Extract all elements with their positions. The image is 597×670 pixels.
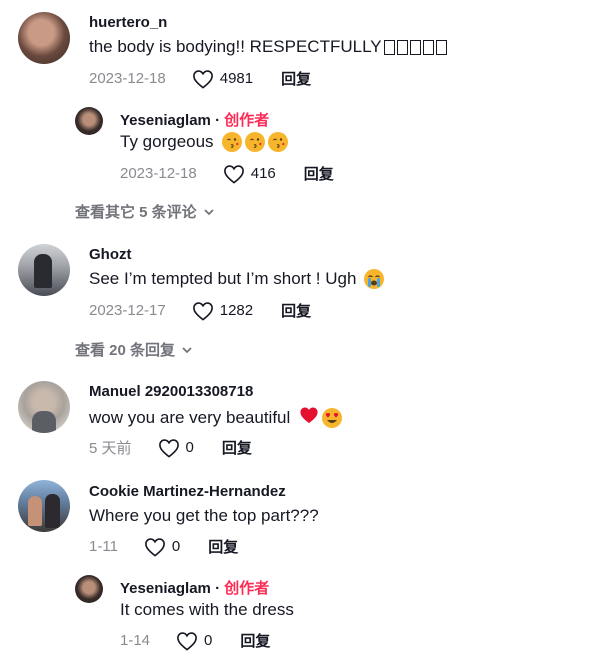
unrendered-glyph — [396, 39, 408, 55]
comment-text: wow you are very beautiful — [89, 406, 343, 429]
separator: · — [215, 580, 225, 597]
heart-outline-icon — [177, 631, 197, 651]
comment-username[interactable]: Ghozt — [89, 246, 132, 263]
comment-text: the body is bodying!! RESPECTFULLY — [89, 37, 447, 57]
kissing-face-emoji — [267, 132, 288, 152]
unrendered-glyph — [383, 39, 395, 55]
view-more-label: 查看其它 5 条评论 — [75, 204, 197, 221]
like-count: 4981 — [219, 70, 254, 87]
avatar[interactable] — [18, 381, 70, 433]
comment-text: See I’m tempted but I’m short ! Ugh — [89, 269, 385, 289]
comment-username[interactable]: Manuel 2920013308718 — [89, 383, 253, 400]
heart-outline-icon — [158, 438, 179, 458]
like-count: 1282 — [219, 302, 254, 319]
comment-username[interactable]: Cookie Martinez-Hernandez — [89, 483, 286, 500]
comments-panel: huertero_n the body is bodying!! RESPECT… — [0, 0, 597, 670]
comment-text-content: Where you get the top part??? — [89, 506, 319, 525]
kissing-face-emoji — [244, 132, 265, 152]
creator-badge: 创作者 — [224, 580, 270, 597]
like-button[interactable]: 0 — [176, 631, 212, 651]
kissing-face-emoji — [221, 132, 242, 152]
reply-username[interactable]: Yeseniaglam — [120, 580, 211, 597]
chevron-down-icon — [204, 208, 214, 215]
reply-button[interactable]: 回复 — [304, 163, 334, 184]
heart-outline-icon — [192, 69, 213, 89]
comment-meta: 5 天前 0 回复 — [89, 437, 252, 458]
comment-text-content: wow you are very beautiful — [89, 407, 291, 427]
like-button[interactable]: 4981 — [192, 69, 253, 89]
view-more-label: 查看 20 条回复 — [75, 342, 176, 359]
comment-username[interactable]: huertero_n — [89, 14, 167, 31]
comment-text-content: Ty gorgeous — [120, 132, 214, 151]
crying-face-emoji — [364, 269, 385, 289]
avatar[interactable] — [75, 575, 103, 603]
comment-date: 2023-12-17 — [89, 302, 166, 319]
like-count: 0 — [185, 439, 194, 456]
reply-username[interactable]: Yeseniaglam — [120, 112, 211, 129]
chevron-down-icon — [182, 346, 192, 353]
comment-username: Yeseniaglam · 创作者 — [120, 577, 269, 598]
comment-date: 1-11 — [89, 538, 118, 555]
heart-eyes-emoji — [322, 407, 343, 428]
heart-outline-icon — [192, 301, 213, 321]
separator: · — [215, 112, 225, 129]
comment-date: 1-14 — [120, 632, 151, 649]
reply-button[interactable]: 回复 — [281, 68, 311, 89]
comment-text: It comes with the dress — [120, 600, 294, 620]
like-count: 0 — [204, 632, 213, 649]
reply-button[interactable]: 回复 — [281, 300, 311, 321]
comment-text-content: It comes with the dress — [120, 600, 294, 619]
view-more-replies-button[interactable]: 查看其它 5 条评论 — [75, 201, 215, 222]
red-heart-emoji — [299, 406, 319, 429]
view-more-replies-button[interactable]: 查看 20 条回复 — [75, 339, 193, 360]
heart-outline-icon — [145, 537, 165, 557]
unrendered-glyph — [409, 39, 421, 55]
heart-outline-icon — [223, 164, 244, 184]
comment-text-content: See I’m tempted but I’m short ! Ugh — [89, 269, 357, 288]
like-count: 0 — [171, 538, 181, 555]
unrendered-glyph — [435, 39, 447, 55]
avatar[interactable] — [75, 107, 103, 135]
unrendered-glyph — [422, 39, 434, 55]
avatar[interactable] — [18, 12, 70, 64]
reply-button[interactable]: 回复 — [222, 437, 252, 458]
comment-meta: 2023-12-18 416 回复 — [120, 163, 334, 184]
comment-meta: 1-11 0 回复 — [89, 536, 238, 557]
like-button[interactable]: 0 — [144, 537, 180, 557]
like-button[interactable]: 1282 — [192, 301, 253, 321]
avatar[interactable] — [18, 244, 70, 296]
comment-date: 5 天前 — [89, 440, 132, 457]
comment-text: Where you get the top part??? — [89, 506, 319, 526]
comment-meta: 2023-12-17 1282 回复 — [89, 300, 311, 321]
comment-date: 2023-12-18 — [89, 70, 166, 87]
comment-text: Ty gorgeous — [120, 132, 288, 152]
reply-button[interactable]: 回复 — [240, 630, 270, 651]
avatar[interactable] — [18, 480, 70, 532]
comment-username: Yeseniaglam · 创作者 — [120, 109, 269, 130]
creator-badge: 创作者 — [224, 112, 270, 129]
comment-meta: 2023-12-18 4981 回复 — [89, 68, 311, 89]
like-button[interactable]: 0 — [158, 438, 194, 458]
like-count: 416 — [250, 165, 276, 182]
comment-text-content: the body is bodying!! RESPECTFULLY — [89, 37, 382, 56]
reply-button[interactable]: 回复 — [208, 536, 238, 557]
comment-date: 2023-12-18 — [120, 165, 197, 182]
like-button[interactable]: 416 — [223, 164, 276, 184]
comment-meta: 1-14 0 回复 — [120, 630, 270, 651]
